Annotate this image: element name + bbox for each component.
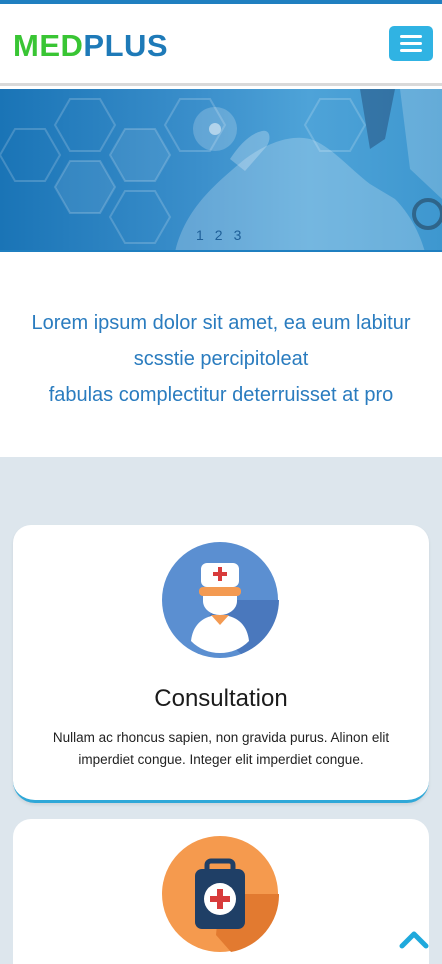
intro-line-3: fabulas complectitur deterruisset at pro: [48, 384, 394, 406]
intro-section: Lorem ipsum dolor sit amet, ea eum labit…: [0, 252, 442, 457]
service-card-consultation[interactable]: Consultation Nullam ac rhoncus sapien, n…: [13, 525, 429, 803]
slide-dot-3[interactable]: 3: [234, 227, 242, 243]
hero-slider: 1 2 3: [0, 89, 442, 252]
service-title: Consultation: [154, 685, 288, 712]
intro-line-2: scsstie percipitoleat: [133, 348, 309, 370]
chevron-up-icon[interactable]: [398, 926, 430, 952]
menu-button[interactable]: [389, 26, 433, 61]
services-section: Consultation Nullam ac rhoncus sapien, n…: [0, 457, 442, 964]
logo-text-plus: PLUS: [83, 28, 169, 63]
slide-dot-2[interactable]: 2: [215, 227, 223, 243]
service-description: Nullam ac rhoncus sapien, non gravida pu…: [52, 730, 390, 767]
logo-text-med: MED: [13, 28, 84, 63]
medical-kit-icon: [162, 836, 279, 952]
hamburger-icon: [400, 35, 422, 38]
hamburger-icon-line: [400, 42, 422, 45]
slide-dot-1[interactable]: 1: [196, 227, 204, 243]
service-card-medical-kit[interactable]: [13, 819, 429, 964]
site-header: MEDPLUS: [0, 4, 442, 86]
nurse-icon: [162, 542, 279, 658]
hamburger-icon-line: [400, 49, 422, 52]
slider-pagination: 1 2 3: [196, 227, 241, 243]
logo[interactable]: MEDPLUS: [13, 28, 168, 64]
intro-line-1: Lorem ipsum dolor sit amet, ea eum labit…: [31, 312, 411, 334]
